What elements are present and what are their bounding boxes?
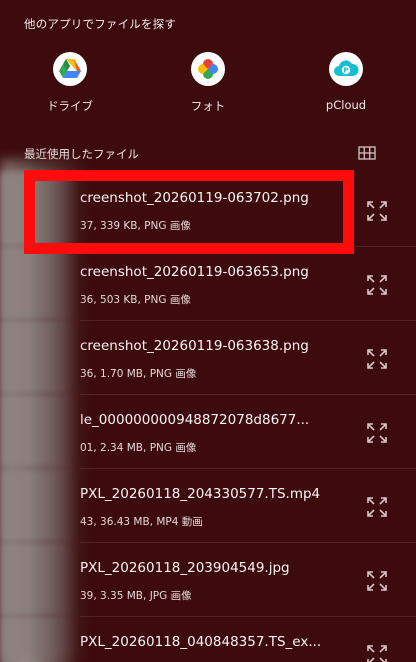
file-row[interactable]: PXL_20260118_204330577.TS.mp4 43, 36.43 M…: [0, 468, 416, 542]
expand-icon[interactable]: [364, 494, 390, 520]
row-divider: [80, 542, 416, 543]
file-name: PXL_20260118_203904549.jpg: [80, 560, 290, 576]
file-name: PXL_20260118_204330577.TS.mp4: [80, 486, 321, 502]
file-name: creenshot_20260119-063638.png: [80, 338, 309, 354]
file-name: PXL_20260118_040848357.TS_ex...: [80, 634, 322, 650]
row-divider: [80, 616, 416, 617]
photos-app-button[interactable]: フォト: [163, 52, 253, 114]
drive-label: ドライブ: [47, 99, 93, 113]
expand-icon[interactable]: [364, 272, 390, 298]
file-meta: 01, 2.34 MB, PNG 画像: [80, 442, 197, 454]
app-shortcuts: ドライブ フォト P pCloud: [0, 52, 416, 122]
row-divider: [80, 468, 416, 469]
recent-files-header: 最近使用したファイル: [24, 147, 139, 161]
file-row[interactable]: PXL_20260118_040848357.TS_ex...: [0, 616, 416, 662]
file-meta: 43, 36.43 MB, MP4 動画: [80, 516, 203, 528]
pcloud-label: pCloud: [325, 98, 367, 112]
file-row[interactable]: creenshot_20260119-063653.png 36, 503 KB,…: [0, 246, 416, 320]
pcloud-app-button[interactable]: P pCloud: [301, 52, 391, 112]
file-meta: 36, 1.70 MB, PNG 画像: [80, 368, 197, 380]
expand-icon[interactable]: [364, 568, 390, 594]
file-thumbnail: [0, 394, 78, 468]
file-meta: 39, 3.35 MB, JPG 画像: [80, 590, 192, 602]
pcloud-icon: P: [329, 52, 363, 86]
photos-label: フォト: [190, 99, 226, 113]
expand-icon[interactable]: [364, 346, 390, 372]
svg-text:P: P: [343, 67, 348, 75]
other-apps-title: 他のアプリでファイルを探す: [24, 17, 177, 31]
file-thumbnail: [0, 468, 78, 542]
row-divider: [80, 320, 416, 321]
row-divider: [80, 394, 416, 395]
file-thumbnail: [0, 616, 78, 662]
file-picker-screen: 他のアプリでファイルを探す ドライブ フォト P pCloud 最近使用したファ…: [0, 0, 416, 662]
expand-icon[interactable]: [364, 420, 390, 446]
file-thumbnail: [0, 246, 78, 320]
file-meta: 37, 339 KB, PNG 画像: [80, 220, 191, 232]
file-name: creenshot_20260119-063702.png: [80, 190, 309, 206]
file-name: creenshot_20260119-063653.png: [80, 264, 309, 280]
file-meta: 36, 503 KB, PNG 画像: [80, 294, 191, 306]
google-drive-icon: [53, 52, 87, 86]
expand-icon[interactable]: [364, 198, 390, 224]
drive-app-button[interactable]: ドライブ: [25, 52, 115, 114]
file-row[interactable]: PXL_20260118_203904549.jpg 39, 3.35 MB, J…: [0, 542, 416, 616]
grid-view-icon[interactable]: [358, 145, 376, 160]
file-name: le_000000000948872078d8677...: [80, 412, 310, 428]
row-divider: [80, 246, 416, 247]
file-row[interactable]: le_000000000948872078d8677... 01, 2.34 MB…: [0, 394, 416, 468]
file-thumbnail: [0, 320, 78, 394]
file-row[interactable]: creenshot_20260119-063702.png 37, 339 KB,…: [0, 172, 416, 246]
file-row[interactable]: creenshot_20260119-063638.png 36, 1.70 MB…: [0, 320, 416, 394]
file-thumbnail: [0, 542, 78, 616]
expand-icon[interactable]: [364, 642, 390, 662]
file-thumbnail: [0, 172, 78, 246]
google-photos-icon: [191, 52, 225, 86]
